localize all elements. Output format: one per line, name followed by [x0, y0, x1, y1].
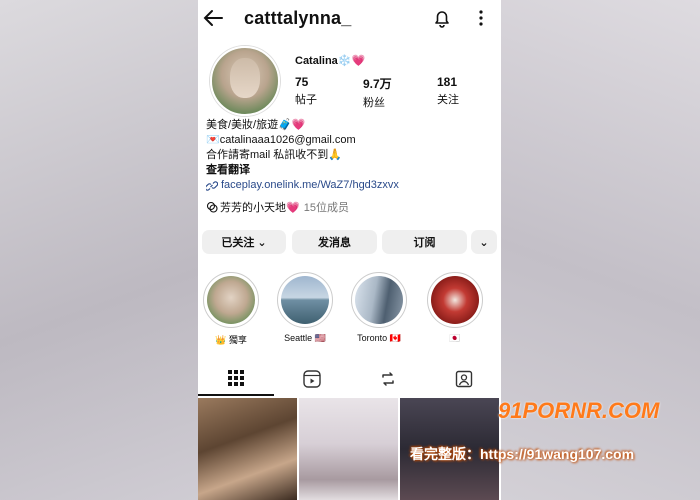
stat-posts-label: 帖子	[295, 94, 317, 106]
highlight-cover	[351, 272, 407, 328]
tab-reposts[interactable]	[350, 362, 426, 396]
profile-screen: catttalynna_ Catalina❄️💗 75 帖子 9.7万 粉丝 1…	[198, 0, 501, 500]
display-name: Catalina❄️💗	[295, 55, 366, 67]
following-button[interactable]: 已关注 ⌄	[202, 230, 286, 254]
profile-tabs	[198, 362, 501, 396]
stat-followers[interactable]: 9.7万 粉丝	[363, 75, 392, 110]
tagged-icon	[455, 370, 473, 388]
highlight-cover	[427, 272, 483, 328]
channel-icon	[206, 201, 218, 213]
stat-followers-label: 粉丝	[363, 97, 385, 109]
highlight-caption: Toronto 🇨🇦	[357, 333, 401, 343]
arrow-left-icon[interactable]	[202, 8, 224, 28]
bio-line: 美食/美妝/旅遊🧳💗	[206, 119, 306, 131]
stat-posts[interactable]: 75 帖子	[295, 75, 317, 107]
repost-icon	[382, 372, 394, 386]
highlight-cover	[203, 272, 259, 328]
tab-posts[interactable]	[198, 362, 274, 396]
profile-link-text: faceplay.onelink.me/WaZ7/hgd3zxvx	[221, 179, 399, 191]
more-vertical-icon[interactable]	[474, 9, 488, 27]
highlight-caption: 👑 獨享	[215, 335, 247, 345]
stat-followers-value: 9.7万	[363, 77, 392, 91]
suggested-expand-button[interactable]: ⌄	[471, 230, 497, 254]
watermark-text: 看完整版：https://91wang107.com	[410, 446, 635, 462]
background-right	[500, 0, 700, 500]
top-bar: catttalynna_	[198, 0, 501, 38]
stat-following-label: 关注	[437, 94, 459, 106]
subscribe-button[interactable]: 订阅	[382, 230, 467, 254]
profile-link[interactable]: faceplay.onelink.me/WaZ7/hgd3zxvx	[206, 178, 399, 193]
highlight-item[interactable]: Seattle 🇺🇸	[276, 272, 334, 344]
highlight-caption: Seattle 🇺🇸	[284, 333, 326, 343]
highlight-item[interactable]: 👑 獨享	[202, 272, 260, 346]
reels-icon	[303, 370, 321, 388]
channel-name: 芳芳的小天地💗	[220, 202, 300, 214]
stat-following[interactable]: 181 关注	[437, 75, 459, 107]
bio-line: 💌catalinaaa1026@gmail.com	[206, 134, 356, 146]
profile-username: catttalynna_	[244, 8, 352, 28]
message-button[interactable]: 发消息	[292, 230, 377, 254]
highlight-item[interactable]: Toronto 🇨🇦	[350, 272, 408, 344]
tab-reels[interactable]	[274, 362, 350, 396]
background-left	[0, 0, 198, 500]
stat-following-value: 181	[437, 75, 458, 89]
link-icon	[206, 180, 218, 191]
tab-tagged[interactable]	[426, 362, 501, 396]
highlight-cover	[277, 272, 333, 328]
profile-bio: 美食/美妝/旅遊🧳💗 💌catalinaaa1026@gmail.com 合作請…	[206, 118, 399, 193]
profile-avatar[interactable]	[210, 46, 280, 116]
grid-icon	[228, 370, 244, 386]
watermark-site: 91PORNR.COM	[498, 398, 660, 423]
see-translation-link[interactable]: 查看翻译	[206, 163, 399, 178]
channel-members: 15位成员	[303, 202, 349, 214]
post-thumbnail[interactable]	[198, 398, 297, 500]
post-thumbnail[interactable]	[299, 398, 398, 500]
highlight-caption: 🇯🇵	[449, 333, 461, 343]
stat-posts-value: 75	[295, 75, 309, 89]
bell-icon[interactable]	[432, 8, 452, 28]
broadcast-channel[interactable]: 芳芳的小天地💗 15位成员	[206, 199, 349, 215]
highlight-item[interactable]: 🇯🇵	[426, 272, 484, 344]
bio-line: 合作請寄mail 私訊收不到🙏	[206, 149, 342, 161]
